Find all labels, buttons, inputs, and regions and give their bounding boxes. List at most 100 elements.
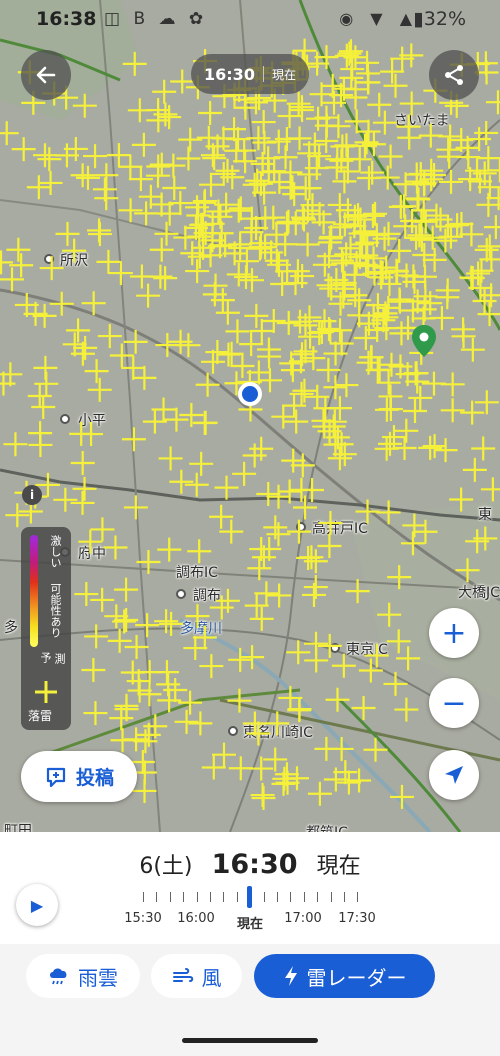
post-button[interactable]: 投稿 bbox=[21, 751, 137, 802]
timeline-slider[interactable] bbox=[130, 886, 370, 910]
lightning-strike-mark bbox=[149, 237, 174, 262]
lightning-strike-mark bbox=[28, 421, 53, 446]
legend-heavy-label: 激しい bbox=[49, 535, 62, 568]
lightning-strike-mark bbox=[3, 432, 28, 457]
lightning-strike-mark bbox=[195, 372, 220, 397]
timeline-current-marker[interactable] bbox=[247, 886, 252, 908]
timeline-tick bbox=[223, 892, 225, 902]
timeline-tick bbox=[169, 892, 171, 902]
back-arrow-icon bbox=[36, 66, 56, 84]
locate-me-button[interactable] bbox=[429, 750, 479, 800]
timeline-tick bbox=[196, 892, 198, 902]
lightning-strike-mark bbox=[433, 438, 458, 463]
tab-wind[interactable]: 風 bbox=[151, 954, 242, 998]
lightning-strike-mark bbox=[96, 249, 121, 274]
lightning-strike-mark bbox=[422, 247, 447, 272]
lightning-strike-mark bbox=[284, 409, 309, 434]
lightning-strike-mark bbox=[164, 407, 189, 432]
lightning-strike-mark bbox=[462, 457, 487, 482]
lightning-strike-mark bbox=[215, 588, 240, 613]
lightning-strike-mark bbox=[110, 728, 135, 753]
lightning-strike-mark bbox=[123, 329, 148, 354]
lightning-strike-mark bbox=[266, 484, 291, 509]
lightning-strike-mark bbox=[277, 479, 302, 504]
lightning-strike-mark bbox=[331, 653, 356, 678]
battery-level: ▮32% bbox=[413, 8, 466, 30]
lightning-strike-mark bbox=[267, 583, 292, 608]
tab-rain-label: 雨雲 bbox=[78, 965, 118, 990]
lightning-strike-mark bbox=[383, 671, 408, 696]
lightning-strike-mark bbox=[440, 398, 465, 423]
lightning-strike-mark bbox=[242, 443, 267, 468]
lightning-strike-mark bbox=[389, 321, 414, 346]
lightning-strike-mark bbox=[455, 558, 480, 583]
lightning-strike-mark bbox=[358, 658, 383, 683]
map-view[interactable]: 所沢 小平 府中 調布 調布IC 多摩川 高井戸IC 東名川崎IC 東京IC 大… bbox=[0, 0, 500, 832]
map-pin-icon[interactable] bbox=[411, 324, 437, 358]
lightning-strike-mark bbox=[94, 163, 119, 188]
lightning-strike-mark bbox=[377, 602, 402, 627]
lightning-strike-mark bbox=[34, 371, 59, 396]
lightning-strike-mark bbox=[282, 182, 307, 207]
status-time: 16:38 bbox=[36, 8, 97, 30]
lightning-strike-mark bbox=[6, 237, 31, 262]
info-icon[interactable]: i bbox=[22, 485, 42, 505]
tab-thunder-radar[interactable]: 雷レーダー bbox=[254, 954, 435, 998]
lightning-strike-mark bbox=[227, 688, 252, 713]
tab-rain-clouds[interactable]: 雨雲 bbox=[26, 954, 140, 998]
lightning-strike-mark bbox=[174, 709, 199, 734]
lightning-strike-mark bbox=[267, 170, 292, 195]
lightning-strike-mark bbox=[317, 633, 342, 658]
lightning-strike-mark bbox=[281, 448, 306, 473]
lightning-strike-mark bbox=[215, 300, 240, 325]
lightning-strike-mark bbox=[173, 225, 198, 250]
lightning-strike-mark bbox=[62, 238, 87, 263]
lightning-strike-mark bbox=[146, 98, 171, 123]
timeline-label: 17:30 bbox=[338, 911, 376, 926]
lightning-strike-mark bbox=[244, 303, 269, 328]
zoom-in-button[interactable]: + bbox=[429, 608, 479, 658]
lightning-strike-mark bbox=[364, 643, 389, 668]
back-button[interactable] bbox=[21, 50, 71, 100]
lightning-strike-mark bbox=[131, 132, 156, 157]
lightning-strike-mark bbox=[471, 436, 496, 461]
lightning-strike-mark bbox=[178, 690, 203, 715]
lightning-strike-mark bbox=[480, 477, 500, 502]
lightning-strike-mark bbox=[276, 310, 301, 335]
lightning-strike-mark bbox=[413, 519, 438, 544]
lightning-strike-mark bbox=[307, 144, 332, 169]
lightning-strike-mark bbox=[188, 711, 213, 736]
lightning-strike-mark bbox=[108, 261, 133, 286]
zoom-out-button[interactable]: − bbox=[429, 678, 479, 728]
lightning-strike-mark bbox=[178, 127, 203, 152]
lightning-strike-mark bbox=[72, 476, 97, 501]
lightning-strike-mark bbox=[289, 477, 314, 502]
lightning-strike-mark bbox=[159, 611, 184, 636]
lightning-strike-mark bbox=[192, 625, 217, 650]
legend-lightning-label: 落雷 bbox=[28, 709, 53, 723]
lightning-strike-mark bbox=[55, 221, 80, 246]
lightning-strike-mark bbox=[5, 503, 30, 528]
lightning-strike-mark bbox=[81, 291, 106, 316]
lightning-strike-mark bbox=[418, 291, 443, 316]
lightning-strike-mark bbox=[136, 550, 161, 575]
lightning-strike-mark bbox=[271, 771, 296, 796]
lightning-strike-mark bbox=[38, 170, 63, 195]
play-button[interactable]: ▶ bbox=[16, 884, 58, 926]
lightning-strike-mark bbox=[185, 604, 210, 629]
post-button-label: 投稿 bbox=[75, 767, 114, 789]
current-location-marker bbox=[238, 382, 262, 406]
lightning-strike-mark bbox=[449, 211, 474, 236]
lightning-strike-mark bbox=[129, 264, 154, 289]
lightning-strike-mark bbox=[70, 163, 95, 188]
share-button[interactable] bbox=[429, 50, 479, 100]
legend-panel: 激しい 可能性あり 予 測 落雷 bbox=[21, 527, 71, 730]
lightning-strike-mark bbox=[338, 39, 363, 64]
lightning-strike-mark bbox=[263, 515, 288, 540]
lightning-strike-mark bbox=[351, 695, 376, 720]
lightning-strike-mark bbox=[286, 519, 311, 544]
timeline-label: 16:00 bbox=[177, 911, 215, 926]
lightning-strike-mark bbox=[153, 102, 178, 127]
lightning-strike-mark bbox=[49, 291, 74, 316]
lightning-strike-mark bbox=[367, 92, 392, 117]
